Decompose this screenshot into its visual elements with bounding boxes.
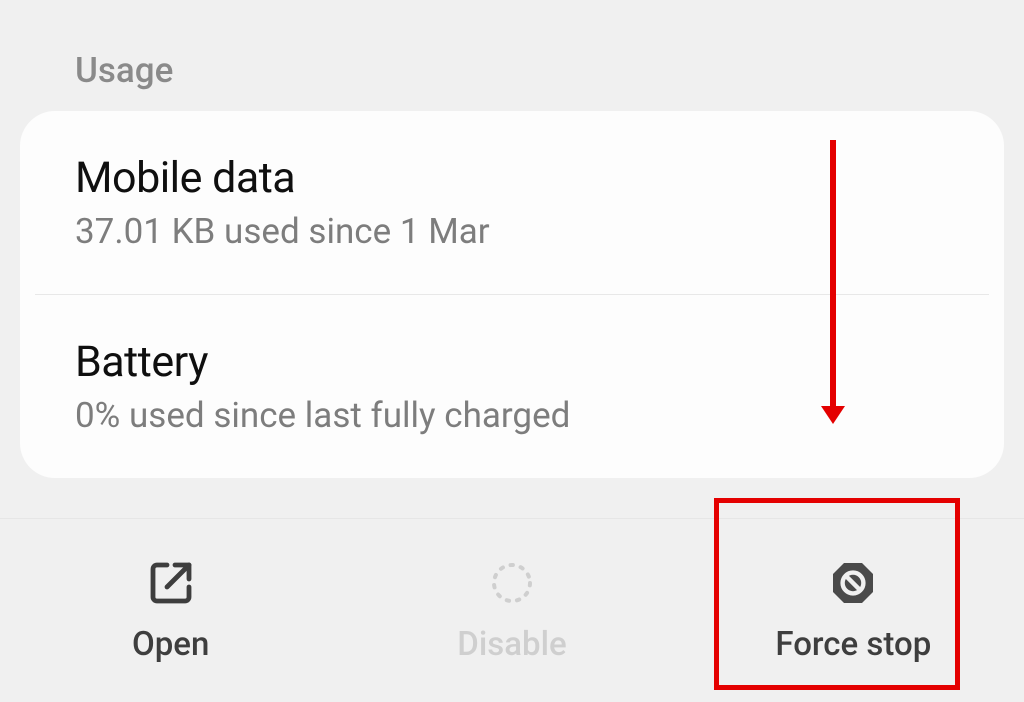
open-button[interactable]: Open — [0, 519, 341, 702]
section-header-usage: Usage — [0, 0, 1024, 111]
disable-button: Disable — [341, 519, 682, 702]
mobile-data-title: Mobile data — [75, 153, 949, 203]
open-label: Open — [132, 625, 209, 664]
force-stop-label: Force stop — [775, 625, 931, 664]
disable-label: Disable — [457, 625, 566, 664]
force-stop-icon — [827, 557, 879, 609]
mobile-data-subtitle: 37.01 KB used since 1 Mar — [75, 211, 949, 252]
battery-subtitle: 0% used since last fully charged — [75, 395, 949, 436]
usage-card: Mobile data 37.01 KB used since 1 Mar Ba… — [20, 111, 1004, 478]
battery-row[interactable]: Battery 0% used since last fully charged — [35, 294, 989, 478]
annotation-arrow — [830, 140, 836, 408]
disable-icon — [486, 557, 538, 609]
mobile-data-row[interactable]: Mobile data 37.01 KB used since 1 Mar — [20, 111, 1004, 294]
battery-title: Battery — [75, 337, 949, 387]
force-stop-button[interactable]: Force stop — [683, 519, 1024, 702]
open-icon — [145, 557, 197, 609]
bottom-action-bar: Open Disable Force stop — [0, 518, 1024, 702]
